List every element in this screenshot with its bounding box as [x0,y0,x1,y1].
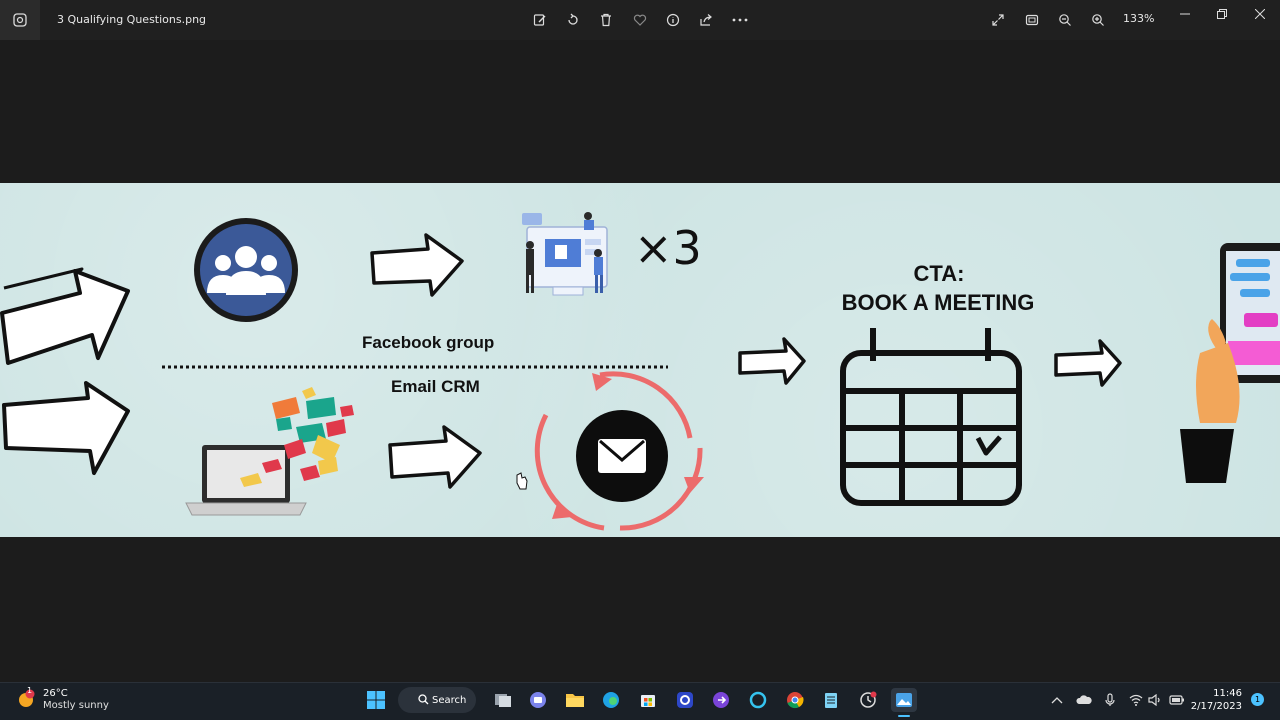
group-icon [194,218,298,322]
more-icon[interactable] [728,8,752,32]
zoom-level[interactable]: 133% [1123,12,1154,25]
cta-label: CTA: [913,261,965,286]
zoom-out-icon[interactable] [1053,8,1077,32]
battery-icon[interactable] [1164,688,1190,712]
microphone-icon[interactable] [1097,688,1123,712]
task-view-icon[interactable] [490,688,516,712]
window-title: 3 Qualifying Questions.png [57,13,207,26]
maximize-button[interactable] [1203,0,1241,28]
email-sync-icon [534,371,704,531]
fit-icon[interactable] [1020,8,1044,32]
chrome-icon[interactable] [782,688,808,712]
email-crm-label: Email CRM [391,377,480,396]
calendar-icon [840,328,1022,506]
clock-date: 2/17/2023 [1190,701,1242,712]
chevron-up-icon[interactable] [1044,688,1070,712]
photos-taskbar-icon[interactable] [891,688,917,712]
social-media-illustration [522,212,608,296]
clock-time: 11:46 [1213,688,1242,699]
edge-browser-icon[interactable] [598,688,624,712]
fullscreen-icon[interactable] [986,8,1010,32]
notepad-icon[interactable] [818,688,844,712]
weather-badge: 1 [27,686,33,695]
file-explorer-icon[interactable] [562,688,588,712]
notification-badge[interactable]: 1 [1251,693,1264,706]
times-three-label: ×3 [634,221,702,275]
laptop-email-illustration [185,387,354,516]
zoom-in-icon[interactable] [1086,8,1110,32]
arrow-icon [738,337,806,385]
arrow-icon [388,425,482,489]
store-icon[interactable] [635,688,661,712]
info-icon[interactable] [661,8,685,32]
arrow-icon [0,267,130,475]
share-icon[interactable] [694,8,718,32]
app-icon-blue[interactable] [672,688,698,712]
photos-app-icon[interactable] [0,0,40,40]
start-button[interactable] [363,688,389,712]
displayed-image[interactable]: Facebook group Email CRM ×3 CTA: BOOK A … [0,183,1280,537]
teams-chat-icon[interactable] [525,688,551,712]
search-icon [418,694,429,705]
title-bar: 3 Qualifying Questions.png 133% [0,0,1280,40]
weather-temperature[interactable]: 26°C [43,688,68,699]
system-clock[interactable]: 11:46 2/17/2023 [1191,687,1242,713]
app-icon-clock[interactable] [855,688,881,712]
close-button[interactable] [1241,0,1279,28]
cortana-icon[interactable] [745,688,771,712]
delete-icon[interactable] [594,8,618,32]
active-app-indicator [898,715,910,717]
arrow-icon [370,233,464,297]
facebook-group-label: Facebook group [362,333,495,352]
app-icon-purple[interactable] [708,688,734,712]
book-meeting-label: BOOK A MEETING [841,290,1035,315]
edit-icon[interactable] [528,8,552,32]
rotate-icon[interactable] [561,8,585,32]
phone-hand-illustration [1180,243,1280,483]
arrow-icon [1054,339,1122,387]
hand-cursor-icon [516,472,528,490]
weather-description[interactable]: Mostly sunny [43,700,109,711]
search-label: Search [432,694,467,706]
onedrive-icon[interactable] [1071,688,1097,712]
taskbar-search[interactable]: Search [398,687,476,713]
favorite-icon[interactable] [628,8,652,32]
weather-icon[interactable]: 1 [17,686,37,709]
minimize-button[interactable] [1166,0,1204,28]
